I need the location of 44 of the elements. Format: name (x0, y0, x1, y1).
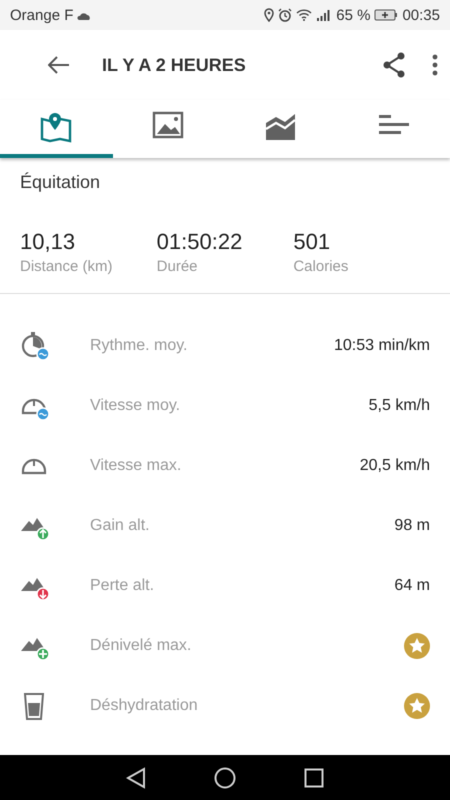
stat-value: 01:50:22 (156, 229, 244, 255)
toolbar-title: IL Y A 2 HEURES (102, 54, 247, 76)
back-button[interactable] (48, 56, 70, 74)
clock-time: 00:35 (402, 6, 440, 24)
stat-value: 98 m (394, 517, 430, 535)
wifi-icon (296, 9, 312, 21)
home-circle-icon[interactable] (214, 766, 236, 788)
share-icon (382, 52, 406, 78)
activity-type: Équitation (19, 171, 102, 193)
location-icon (264, 8, 274, 22)
signal-icon (316, 9, 332, 21)
stat-label: Déshydratation (90, 697, 199, 715)
cloud-icon (77, 10, 92, 20)
back-triangle-icon[interactable] (126, 766, 146, 788)
back-arrow-icon (48, 56, 70, 74)
recents-square-icon[interactable] (304, 768, 324, 788)
battery-percent: 65 % (336, 6, 370, 24)
stat-value: 10:53 min/km (334, 337, 430, 355)
battery-icon (374, 9, 398, 21)
tab[interactable] (338, 100, 450, 158)
share-button[interactable] (382, 52, 406, 78)
stat-label: Durée (156, 258, 199, 275)
stat-label: Perte alt. (90, 577, 156, 595)
stat-label: Dénivelé max. (90, 637, 192, 655)
star-badge-icon (404, 693, 430, 719)
stat-label: Rythme. moy. (90, 337, 188, 355)
stat-value: 64 m (394, 577, 430, 595)
alarm-icon (278, 8, 292, 22)
stat-value: 5,5 km/h (368, 397, 430, 415)
carrier-name: Orange F (10, 6, 74, 24)
tab[interactable] (0, 100, 112, 158)
map-pin-icon (39, 111, 74, 143)
stat-label: Gain alt. (90, 517, 151, 535)
stat-value: 20,5 km/h (360, 457, 430, 475)
stat-value: 501 (293, 229, 332, 255)
stopwatch-icon (20, 331, 50, 361)
more-button[interactable] (432, 54, 438, 76)
star-badge-icon (404, 633, 430, 659)
stat-value: 10,13 (20, 229, 76, 255)
stat-label: Vitesse max. (90, 457, 182, 475)
stat-label: Vitesse moy. (90, 397, 182, 415)
stat-label: Distance (km) (20, 258, 114, 275)
more-icon (432, 54, 438, 76)
stat-label: Calories (293, 258, 350, 275)
